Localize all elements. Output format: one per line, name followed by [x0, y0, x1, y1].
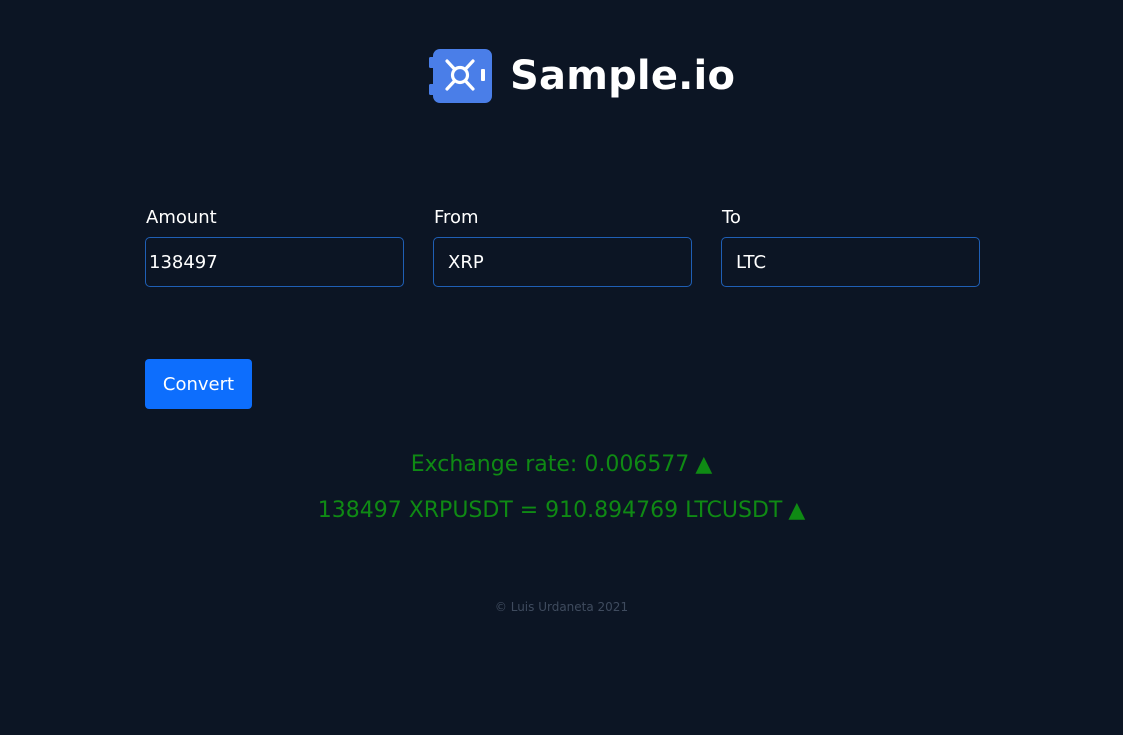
exchange-rate-text: Exchange rate: 0.006577 — [410, 452, 690, 477]
footer-copyright: © Luis Urdaneta 2021 — [494, 600, 629, 614]
amount-input[interactable] — [145, 237, 404, 287]
triangle-up-icon: ▲ — [788, 498, 806, 523]
to-currency-value: LTC — [736, 251, 767, 273]
exchange-rate-line: Exchange rate: 0.006577 ▲ — [0, 452, 1123, 477]
amount-field-group: Amount — [145, 207, 404, 287]
to-field-group: To LTC — [721, 207, 980, 287]
brand-name: Sample.io — [510, 53, 736, 99]
from-field-group: From XRP — [433, 207, 692, 287]
amount-label: Amount — [146, 207, 217, 228]
to-currency-select[interactable]: LTC — [721, 237, 980, 287]
from-currency-value: XRP — [448, 251, 484, 273]
conversion-result-text: 138497 XRPUSDT = 910.894769 LTCUSDT — [317, 498, 783, 523]
triangle-up-icon: ▲ — [695, 452, 713, 477]
conversion-result-line: 138497 XRPUSDT = 910.894769 LTCUSDT ▲ — [0, 498, 1123, 523]
vault-icon — [429, 49, 492, 103]
convert-button[interactable]: Convert — [145, 359, 252, 409]
brand-header: Sample.io — [425, 47, 735, 105]
page: Sample.io Amount From XRP To LTC Convert… — [0, 0, 1123, 735]
from-currency-select[interactable]: XRP — [433, 237, 692, 287]
from-label: From — [434, 207, 479, 228]
to-label: To — [722, 207, 741, 228]
